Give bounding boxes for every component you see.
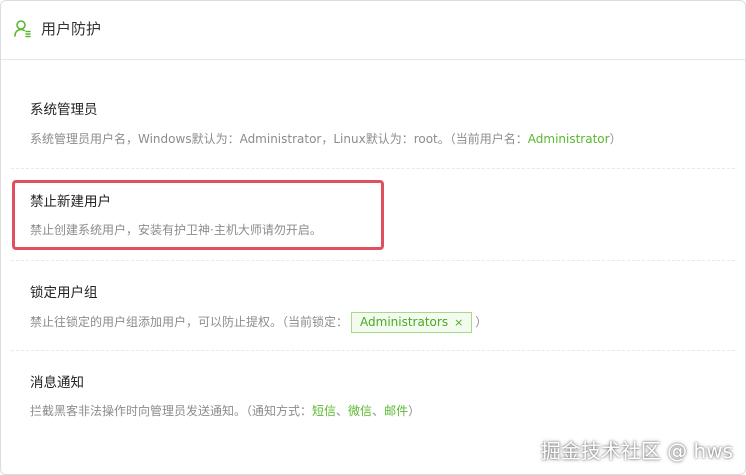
section-desc-admin: 系统管理员用户名，Windows默认为：Administrator，Linux默… bbox=[30, 130, 622, 148]
divider bbox=[11, 260, 735, 261]
page-title: 用户防护 bbox=[41, 20, 102, 38]
notify-sep: 、 bbox=[372, 404, 385, 418]
section-desc-lock-group: 禁止往锁定的用户组添加用户，可以防止提权。（当前锁定： Administrator… bbox=[30, 312, 487, 333]
highlight-box bbox=[12, 180, 384, 250]
divider bbox=[11, 350, 735, 351]
locked-group-tag[interactable]: Administrators × bbox=[351, 312, 473, 333]
section-title-disable-new-user: 禁止新建用户 bbox=[30, 194, 111, 210]
section-desc-disable-new-user: 禁止创建系统用户，安装有护卫神·主机大师请勿开启。 bbox=[30, 223, 322, 237]
divider bbox=[11, 168, 735, 169]
user-shield-icon bbox=[13, 19, 33, 39]
notify-sep: 、 bbox=[336, 404, 349, 418]
admin-desc-suffix: ） bbox=[609, 132, 622, 146]
notify-method-email[interactable]: 邮件 bbox=[384, 404, 408, 418]
watermark: 掘金技术社区 @ hws bbox=[540, 439, 733, 463]
admin-desc-text: 系统管理员用户名，Windows默认为：Administrator，Linux默… bbox=[30, 132, 528, 146]
section-title-lock-group: 锁定用户组 bbox=[30, 285, 98, 301]
notify-method-sms[interactable]: 短信 bbox=[312, 404, 336, 418]
current-username[interactable]: Administrator bbox=[528, 132, 610, 146]
lock-group-desc-suffix: ） bbox=[475, 315, 488, 329]
lock-group-desc-text: 禁止往锁定的用户组添加用户，可以防止提权。（当前锁定： bbox=[30, 315, 349, 329]
panel-header: 用户防护 bbox=[1, 1, 745, 60]
section-desc-notify: 拦截黑客非法操作时向管理员发送通知。（通知方式：短信、微信、邮件） bbox=[30, 402, 420, 420]
section-title-notify: 消息通知 bbox=[30, 375, 84, 391]
section-title-admin: 系统管理员 bbox=[30, 102, 98, 118]
close-icon[interactable]: × bbox=[454, 314, 463, 332]
notify-desc-suffix: ） bbox=[408, 404, 421, 418]
locked-group-label: Administrators bbox=[360, 315, 449, 329]
notify-desc-text: 拦截黑客非法操作时向管理员发送通知。（通知方式： bbox=[30, 404, 313, 418]
user-protection-panel: 用户防护 系统管理员 系统管理员用户名，Windows默认为：Administr… bbox=[0, 0, 746, 475]
notify-method-wechat[interactable]: 微信 bbox=[348, 404, 372, 418]
